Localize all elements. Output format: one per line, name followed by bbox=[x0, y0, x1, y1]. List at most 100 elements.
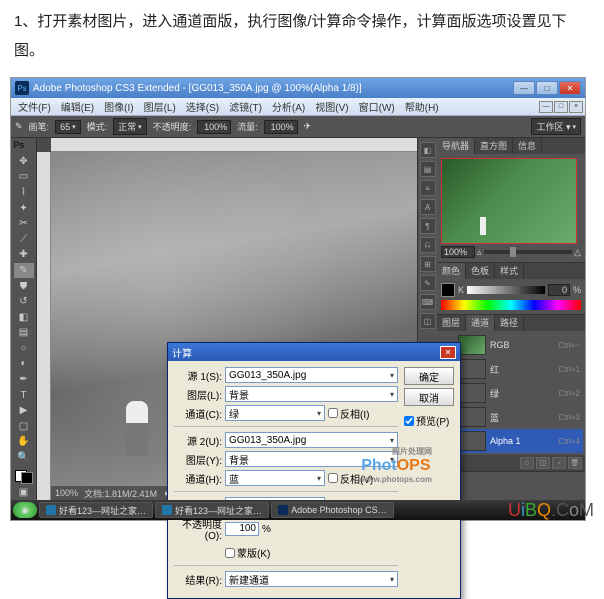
source1-select[interactable]: GG013_350A.jpg bbox=[225, 367, 398, 383]
tab-swatches[interactable]: 色板 bbox=[466, 263, 495, 279]
zoom-out-icon[interactable]: ▵ bbox=[477, 247, 482, 258]
strip-icon-10[interactable]: ◫ bbox=[420, 313, 436, 329]
blend-mode-select[interactable]: 正常 bbox=[113, 118, 147, 135]
source1-label: 源 1(S): bbox=[174, 368, 222, 383]
strip-icon-3[interactable]: ≡ bbox=[420, 180, 436, 196]
tab-info[interactable]: 信息 bbox=[513, 138, 542, 154]
doc-minimize-button[interactable]: — bbox=[539, 101, 553, 113]
flow-input[interactable]: 100% bbox=[264, 120, 298, 134]
result-select[interactable]: 新建通道 bbox=[225, 571, 398, 587]
windows-taskbar: ◉ 好看123—网址之家… 好看123—网址之家… Adobe Photosho… bbox=[11, 500, 585, 520]
eraser-tool[interactable]: ◧ bbox=[14, 310, 34, 325]
tab-paths[interactable]: 路径 bbox=[495, 315, 524, 331]
history-brush-tool[interactable]: ↺ bbox=[14, 294, 34, 309]
dodge-tool[interactable]: ◐ bbox=[14, 357, 34, 372]
tool-preset-icon[interactable]: ✎ bbox=[15, 121, 23, 132]
dialog-titlebar[interactable]: 计算 ✕ bbox=[168, 343, 460, 361]
pen-tool[interactable]: ✒ bbox=[14, 372, 34, 387]
strip-icon-6[interactable]: ⎌ bbox=[420, 237, 436, 253]
navigator-thumbnail[interactable] bbox=[441, 158, 577, 244]
k-value-input[interactable]: 0 bbox=[548, 284, 570, 296]
zoom-slider[interactable] bbox=[484, 250, 573, 254]
strip-icon-1[interactable]: ◧ bbox=[420, 142, 436, 158]
cancel-button[interactable]: 取消 bbox=[404, 388, 454, 406]
opacity-dlg-input[interactable]: 100 bbox=[225, 522, 259, 536]
tab-navigator[interactable]: 导航器 bbox=[437, 138, 475, 154]
opacity-input[interactable]: 100% bbox=[197, 120, 231, 134]
blur-tool[interactable]: ○ bbox=[14, 341, 34, 356]
zoom-level[interactable]: 100% bbox=[55, 488, 78, 498]
dialog-close-button[interactable]: ✕ bbox=[440, 346, 456, 359]
strip-icon-8[interactable]: ✎ bbox=[420, 275, 436, 291]
zoom-in-icon[interactable]: △ bbox=[574, 247, 581, 258]
window-maximize-button[interactable]: □ bbox=[536, 81, 558, 95]
wand-tool[interactable]: ✦ bbox=[14, 201, 34, 216]
menu-window[interactable]: 窗口(W) bbox=[354, 99, 400, 114]
zoom-tool[interactable]: 🔍 bbox=[14, 450, 34, 465]
gradient-tool[interactable]: ▤ bbox=[14, 326, 34, 341]
k-slider[interactable] bbox=[467, 286, 545, 294]
channel2-select[interactable]: 蓝 bbox=[225, 470, 325, 486]
brush-tool[interactable]: ✎ bbox=[14, 263, 34, 278]
tab-color[interactable]: 颜色 bbox=[437, 263, 466, 279]
flow-label: 流量: bbox=[237, 120, 258, 133]
strip-icon-9[interactable]: ⌨ bbox=[420, 294, 436, 310]
ok-button[interactable]: 确定 bbox=[404, 367, 454, 385]
menu-help[interactable]: 帮助(H) bbox=[400, 99, 444, 114]
preview-checkbox[interactable]: 预览(P) bbox=[404, 413, 454, 428]
crop-tool[interactable]: ✂ bbox=[14, 216, 34, 231]
save-selection-icon[interactable]: ◫ bbox=[536, 457, 550, 469]
menu-view[interactable]: 视图(V) bbox=[310, 99, 353, 114]
doc-restore-button[interactable]: □ bbox=[554, 101, 568, 113]
taskbar-item-1[interactable]: 好看123—网址之家… bbox=[39, 502, 153, 518]
move-tool[interactable]: ✥ bbox=[14, 154, 34, 169]
strip-icon-5[interactable]: ¶ bbox=[420, 218, 436, 234]
tab-histogram[interactable]: 直方图 bbox=[475, 138, 513, 154]
brush-picker[interactable]: 65 bbox=[55, 120, 81, 134]
stamp-tool[interactable]: ⛊ bbox=[14, 279, 34, 294]
tab-channels[interactable]: 通道 bbox=[466, 315, 495, 331]
menu-select[interactable]: 选择(S) bbox=[181, 99, 224, 114]
strip-icon-2[interactable]: ▤ bbox=[420, 161, 436, 177]
channel1-select[interactable]: 绿 bbox=[225, 405, 325, 421]
menu-layer[interactable]: 图层(L) bbox=[139, 99, 181, 114]
canvas-content bbox=[126, 401, 148, 456]
strip-icon-4[interactable]: A bbox=[420, 199, 436, 215]
shape-tool[interactable]: ▢ bbox=[14, 419, 34, 434]
layer1-select[interactable]: 背景 bbox=[225, 386, 398, 402]
taskbar-item-2[interactable]: 好看123—网址之家… bbox=[155, 502, 269, 518]
load-selection-icon[interactable]: ○ bbox=[520, 457, 534, 469]
path-select-tool[interactable]: ▶ bbox=[14, 403, 34, 418]
strip-icon-7[interactable]: ⊞ bbox=[420, 256, 436, 272]
hand-tool[interactable]: ✋ bbox=[14, 435, 34, 450]
airbrush-icon[interactable]: ✈ bbox=[304, 121, 312, 132]
menu-analysis[interactable]: 分析(A) bbox=[267, 99, 310, 114]
start-button[interactable]: ◉ bbox=[13, 502, 37, 518]
foreground-swatch[interactable] bbox=[441, 283, 455, 297]
eyedropper-tool[interactable]: ⟋ bbox=[14, 232, 34, 247]
menu-filter[interactable]: 滤镜(T) bbox=[224, 99, 267, 114]
healing-tool[interactable]: ✚ bbox=[14, 248, 34, 263]
invert1-checkbox[interactable]: 反相(I) bbox=[328, 406, 369, 421]
window-minimize-button[interactable]: — bbox=[513, 81, 535, 95]
mode-label: 模式: bbox=[87, 120, 108, 133]
window-close-button[interactable]: ✕ bbox=[559, 81, 581, 95]
taskbar-item-3[interactable]: Adobe Photoshop CS… bbox=[271, 502, 394, 518]
tab-styles[interactable]: 样式 bbox=[495, 263, 524, 279]
menu-file[interactable]: 文件(F) bbox=[13, 99, 56, 114]
workspace-switcher[interactable]: 工作区 ▾ bbox=[531, 118, 581, 135]
quickmask-toggle[interactable]: ▣ bbox=[14, 485, 34, 500]
lasso-tool[interactable]: ⌇ bbox=[14, 185, 34, 200]
new-channel-icon[interactable]: ▫ bbox=[552, 457, 566, 469]
mask-checkbox[interactable]: 蒙版(K) bbox=[225, 545, 270, 560]
menu-image[interactable]: 图像(I) bbox=[99, 99, 138, 114]
marquee-tool[interactable]: ▭ bbox=[14, 170, 34, 185]
delete-channel-icon[interactable]: 🗑 bbox=[568, 457, 582, 469]
doc-close-button[interactable]: × bbox=[569, 101, 583, 113]
navigator-zoom-input[interactable]: 100% bbox=[441, 246, 475, 258]
tab-layers[interactable]: 图层 bbox=[437, 315, 466, 331]
type-tool[interactable]: T bbox=[14, 388, 34, 403]
menu-edit[interactable]: 编辑(E) bbox=[56, 99, 99, 114]
color-spectrum[interactable] bbox=[441, 300, 581, 310]
color-swatch[interactable] bbox=[15, 470, 33, 485]
